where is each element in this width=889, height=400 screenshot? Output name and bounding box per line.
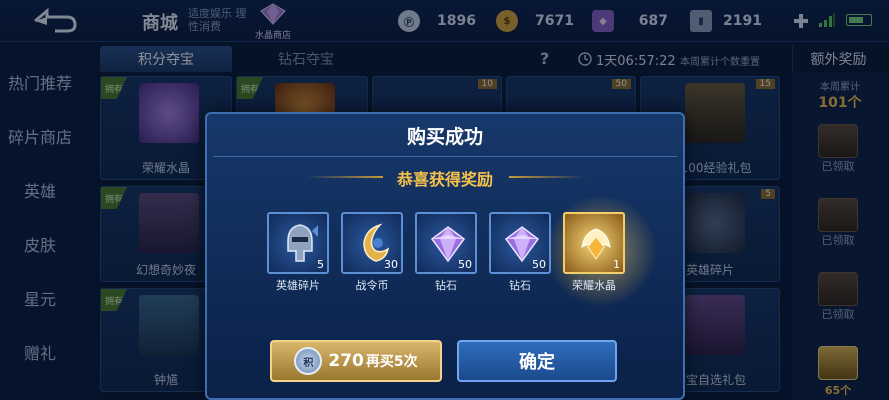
reward-quantity: 5 [317,258,324,271]
reward-item[interactable]: 50 钻石 [489,212,551,293]
buy-again-button[interactable]: 积 270 再买5次 [270,340,442,382]
reward-name: 战令币 [355,279,389,292]
hero-fragment-icon [287,224,318,262]
glory-crystal-icon [581,228,611,260]
buy-again-price: 270 [328,351,364,371]
divider [213,156,677,157]
reward-quantity: 30 [384,258,398,271]
reward-quantity: 50 [458,258,472,271]
point-coupon-icon: 积 [294,347,323,375]
reward-item[interactable]: 5 英雄碎片 [267,212,329,293]
reward-item[interactable]: 1 荣耀水晶 [563,212,625,293]
reward-slot: 50 [489,212,551,274]
reward-slot: 30 [341,212,403,274]
reward-slot: 1 [563,212,625,274]
reward-quantity: 1 [613,258,620,271]
congrats-text: 恭喜获得奖励 [396,170,493,189]
confirm-button[interactable]: 确定 [457,340,617,382]
buy-again-label: 再买5次 [365,354,418,370]
reward-slot: 50 [415,212,477,274]
reward-item[interactable]: 30 战令币 [341,212,403,293]
purchase-success-dialog: 购买成功 恭喜获得奖励 5 英雄碎片 30 战令币 50 钻石 50 钻石 1 … [205,112,685,400]
reward-item[interactable]: 50 钻石 [415,212,477,293]
reward-name: 荣耀水晶 [572,279,616,292]
reward-name: 钻石 [509,279,531,292]
reward-slot: 5 [267,212,329,274]
reward-quantity: 50 [532,258,546,271]
reward-name: 英雄碎片 [276,279,320,292]
dialog-title: 购买成功 [406,126,483,148]
reward-name: 钻石 [435,279,457,292]
